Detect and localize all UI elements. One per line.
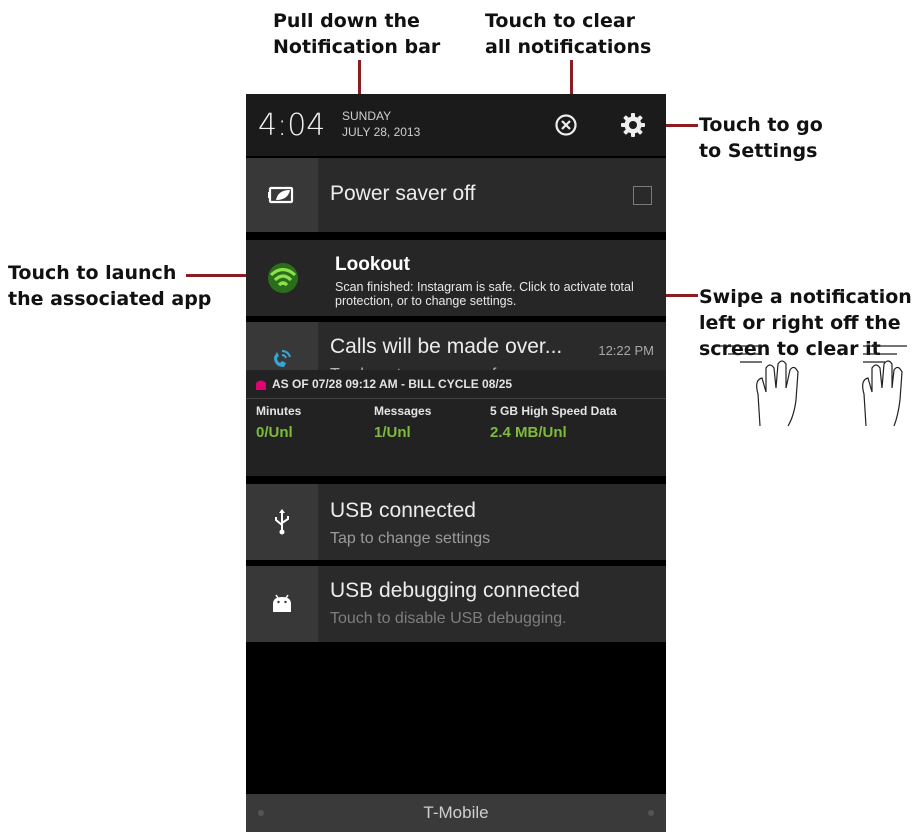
clock: 4:04 bbox=[258, 108, 326, 143]
minutes-label: Minutes bbox=[256, 404, 302, 418]
power-saver-checkbox[interactable] bbox=[633, 186, 652, 205]
notification-lookout[interactable]: Lookout Scan finished: Instagram is safe… bbox=[246, 240, 666, 316]
plan-header: AS OF 07/28 09:12 AM - BILL CYCLE 08/25 bbox=[272, 377, 513, 391]
data-label: 5 GB High Speed Data bbox=[490, 404, 617, 418]
notification-panel[interactable]: 4:04 SUNDAY JULY 28, 2013 Power saver of… bbox=[246, 94, 666, 832]
callout-launch-app: Touch to launch the associated app bbox=[8, 262, 212, 310]
notification-title: Power saver off bbox=[330, 182, 476, 205]
notification-usb-debugging[interactable]: USB debugging connected Touch to disable… bbox=[246, 566, 666, 642]
usb-icon bbox=[275, 509, 289, 535]
callout-pull-down: Pull down the Notification bar bbox=[273, 10, 441, 58]
swipe-hands-icon bbox=[718, 345, 907, 427]
notification-usb[interactable]: USB connected Tap to change settings bbox=[246, 484, 666, 560]
messages-value: 1/Unl bbox=[374, 424, 411, 441]
notification-subtitle: Tap to change settings bbox=[330, 530, 491, 547]
wifi-call-icon bbox=[274, 350, 291, 367]
leader-launch-app bbox=[186, 274, 246, 277]
carrier-bar[interactable]: T-Mobile bbox=[246, 794, 666, 832]
carrier-label: T-Mobile bbox=[423, 803, 489, 822]
notification-subtitle: Touch to disable USB debugging. bbox=[330, 610, 567, 627]
tmobile-pink-icon bbox=[256, 380, 266, 390]
messages-label: Messages bbox=[374, 404, 432, 418]
date-label: JULY 28, 2013 bbox=[342, 125, 421, 139]
data-value: 2.4 MB/Unl bbox=[490, 424, 567, 441]
android-icon bbox=[273, 594, 291, 612]
notification-title: Calls will be made over... bbox=[330, 335, 563, 358]
status-header: 4:04 SUNDAY JULY 28, 2013 bbox=[246, 94, 666, 156]
notification-title: USB connected bbox=[330, 499, 476, 522]
clear-all-icon[interactable] bbox=[552, 111, 580, 139]
day-label: SUNDAY bbox=[342, 109, 392, 123]
callout-clear-all: Touch to clear all notifications bbox=[485, 10, 652, 58]
plan-usage-widget[interactable]: AS OF 07/28 09:12 AM - BILL CYCLE 08/25 … bbox=[246, 370, 666, 476]
battery-leaf-icon bbox=[268, 186, 294, 204]
minutes-value: 0/Unl bbox=[256, 424, 293, 441]
gear-icon[interactable] bbox=[619, 111, 647, 139]
wifi-shield-icon bbox=[268, 263, 298, 293]
notification-text: Scan finished: Instagram is safe. Click … bbox=[335, 280, 634, 308]
handle-dot-right bbox=[648, 810, 654, 816]
date-block: SUNDAY JULY 28, 2013 bbox=[342, 108, 420, 140]
notification-power-saver[interactable]: Power saver off bbox=[246, 158, 666, 232]
notification-title: USB debugging connected bbox=[330, 579, 580, 602]
notification-title: Lookout bbox=[335, 254, 410, 275]
notification-time: 12:22 PM bbox=[598, 343, 654, 358]
callout-settings: Touch to go to Settings bbox=[699, 114, 823, 162]
